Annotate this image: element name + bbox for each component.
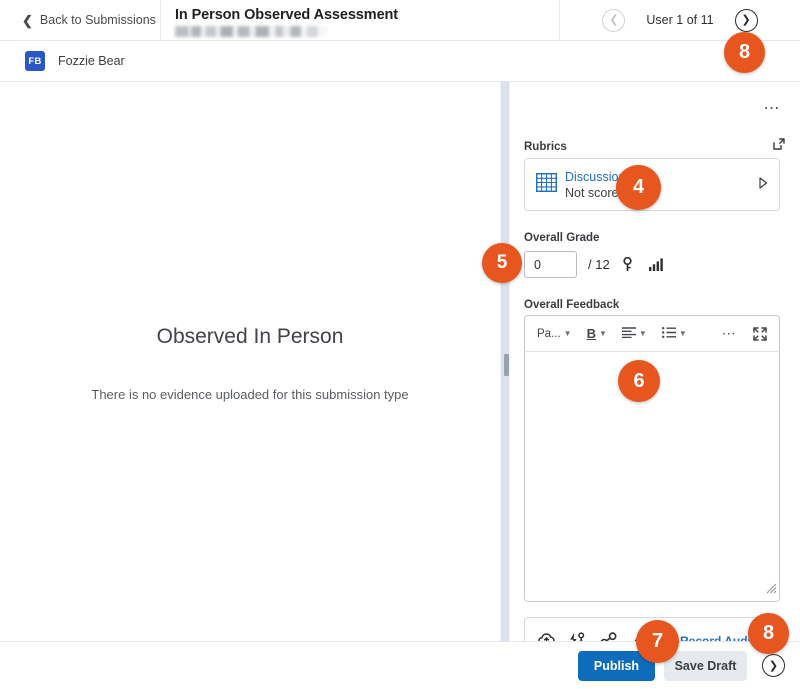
- grade-max-label: / 12: [588, 257, 610, 272]
- user-bar: FB Fozzie Bear: [0, 41, 800, 82]
- record-audio-label: Record Audio: [680, 634, 759, 641]
- submission-preview-pane: Observed In Person There is no evidence …: [0, 82, 500, 641]
- splitter-grip-icon: [504, 354, 509, 376]
- grading-page: ❮ Back to Submissions In Person Observed…: [0, 0, 800, 689]
- avatar: FB: [25, 51, 45, 71]
- align-left-icon: [621, 326, 636, 341]
- pane-splitter[interactable]: [500, 82, 510, 641]
- callout-badge-8-top: 8: [724, 32, 765, 73]
- chevron-down-icon: ▼: [638, 329, 647, 338]
- quicklink-icon[interactable]: [569, 632, 586, 641]
- panel-more-options-icon[interactable]: ⋯: [764, 101, 782, 117]
- bold-label: B: [586, 326, 596, 341]
- key-icon[interactable]: [622, 257, 633, 272]
- chevron-right-icon[interactable]: [759, 177, 768, 192]
- resize-grip-icon[interactable]: [764, 581, 777, 599]
- paragraph-format-label: Pa...: [537, 327, 561, 340]
- footer-bar: Publish Save Draft ❯: [0, 641, 800, 689]
- evaluation-panel: ⋯ Rubrics Discussion Not scored Overall …: [511, 82, 800, 641]
- callout-badge-7: 7: [636, 620, 679, 663]
- insert-stuff-icon[interactable]: [538, 632, 555, 641]
- pop-out-icon[interactable]: [772, 137, 786, 156]
- overall-grade-label: Overall Grade: [524, 232, 600, 244]
- user-name-label: Fozzie Bear: [58, 54, 125, 68]
- overall-grade-row: / 12: [524, 251, 663, 278]
- save-draft-button[interactable]: Save Draft: [664, 650, 747, 681]
- chevron-down-icon: ▼: [563, 329, 572, 338]
- page-title: In Person Observed Assessment: [175, 7, 399, 23]
- bold-button[interactable]: B ▼: [584, 323, 610, 344]
- submission-type-title: Observed In Person: [156, 325, 344, 348]
- statistics-bar-icon[interactable]: [648, 258, 663, 271]
- chevron-left-icon: ❮: [22, 12, 33, 28]
- callout-badge-4: 4: [616, 165, 661, 210]
- link-icon[interactable]: [600, 632, 617, 641]
- assessment-subtitle-redacted: [175, 26, 327, 37]
- align-dropdown[interactable]: ▼: [619, 324, 650, 344]
- user-position-label: User 1 of 11: [646, 13, 714, 27]
- overall-feedback-editor: Pa... ▼ B ▼ ▼ ▼ ⋯: [524, 315, 780, 602]
- list-dropdown[interactable]: ▼: [659, 324, 690, 344]
- grade-input[interactable]: [524, 251, 577, 278]
- user-navigation: ❮ User 1 of 11 ❯: [560, 0, 800, 40]
- chevron-down-icon: ▼: [678, 329, 687, 338]
- editor-toolbar: Pa... ▼ B ▼ ▼ ▼ ⋯: [525, 316, 779, 352]
- editor-more-options-icon[interactable]: ⋯: [722, 325, 737, 342]
- fullscreen-icon[interactable]: [750, 324, 770, 344]
- submission-empty-state: Observed In Person There is no evidence …: [0, 82, 500, 402]
- chevron-right-circle-icon: ❯: [768, 660, 779, 672]
- assessment-title-block: In Person Observed Assessment: [161, 0, 560, 40]
- back-to-submissions-label: Back to Submissions: [39, 13, 156, 27]
- rubric-grid-icon: [535, 172, 558, 197]
- top-bar: ❮ Back to Submissions In Person Observed…: [0, 0, 800, 41]
- chevron-right-circle-icon: ❯: [741, 13, 751, 26]
- next-user-button[interactable]: ❯: [734, 8, 758, 32]
- chevron-down-icon: ▼: [598, 329, 607, 338]
- bullet-list-icon: [661, 326, 676, 341]
- paragraph-format-dropdown[interactable]: Pa... ▼: [534, 325, 575, 343]
- overall-feedback-label: Overall Feedback: [524, 299, 620, 311]
- callout-badge-8-bottom: 8: [748, 613, 789, 654]
- footer-next-user-button[interactable]: ❯: [762, 654, 785, 677]
- back-to-submissions-button[interactable]: ❮ Back to Submissions: [0, 0, 161, 40]
- rubrics-label: Rubrics: [524, 140, 567, 153]
- submission-empty-message: There is no evidence uploaded for this s…: [91, 387, 409, 402]
- previous-user-button[interactable]: ❮: [602, 8, 626, 32]
- rubrics-header-row: Rubrics: [524, 137, 786, 156]
- attachment-icon-group: [538, 629, 647, 641]
- callout-badge-6: 6: [618, 360, 660, 402]
- chevron-left-circle-icon: ❮: [609, 13, 619, 26]
- callout-badge-5: 5: [482, 243, 522, 283]
